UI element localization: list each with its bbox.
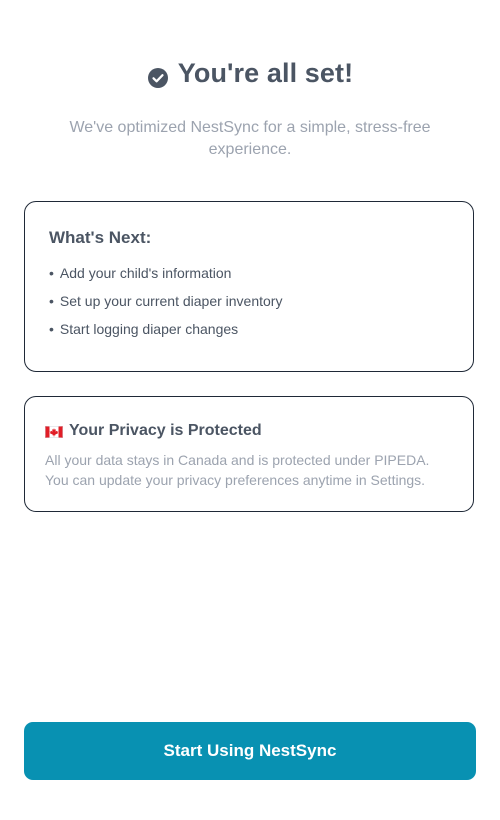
success-header: You're all set! <box>0 58 500 89</box>
bullet: • <box>49 265 54 281</box>
start-using-button[interactable]: Start Using NestSync <box>24 722 476 780</box>
list-item: • Set up your current diaper inventory <box>49 291 449 319</box>
privacy-description: All your data stays in Canada and is pro… <box>45 452 430 488</box>
whats-next-list: • Add your child's information • Set up … <box>49 263 449 347</box>
bullet: • <box>49 293 54 309</box>
bullet: • <box>49 321 54 337</box>
list-item: • Start logging diaper changes <box>49 319 449 347</box>
whats-next-card: What's Next: • Add your child's informat… <box>24 201 474 372</box>
privacy-card: Your Privacy is Protected All your data … <box>24 396 474 512</box>
privacy-title-row: Your Privacy is Protected <box>45 422 453 440</box>
whats-next-title: What's Next: <box>49 228 152 247</box>
list-item: • Add your child's information <box>49 263 449 291</box>
check-circle-icon <box>147 67 169 89</box>
list-item-label: Add your child's information <box>59 265 232 281</box>
canada-flag-icon <box>45 425 63 438</box>
list-item-label: Start logging diaper changes <box>59 321 239 337</box>
page-title: You're all set! <box>177 58 354 88</box>
list-item-label: Set up your current diaper inventory <box>59 293 283 309</box>
privacy-title: Your Privacy is Protected <box>69 422 262 439</box>
page-subtitle: We've optimized NestSync for a simple, s… <box>69 119 431 158</box>
